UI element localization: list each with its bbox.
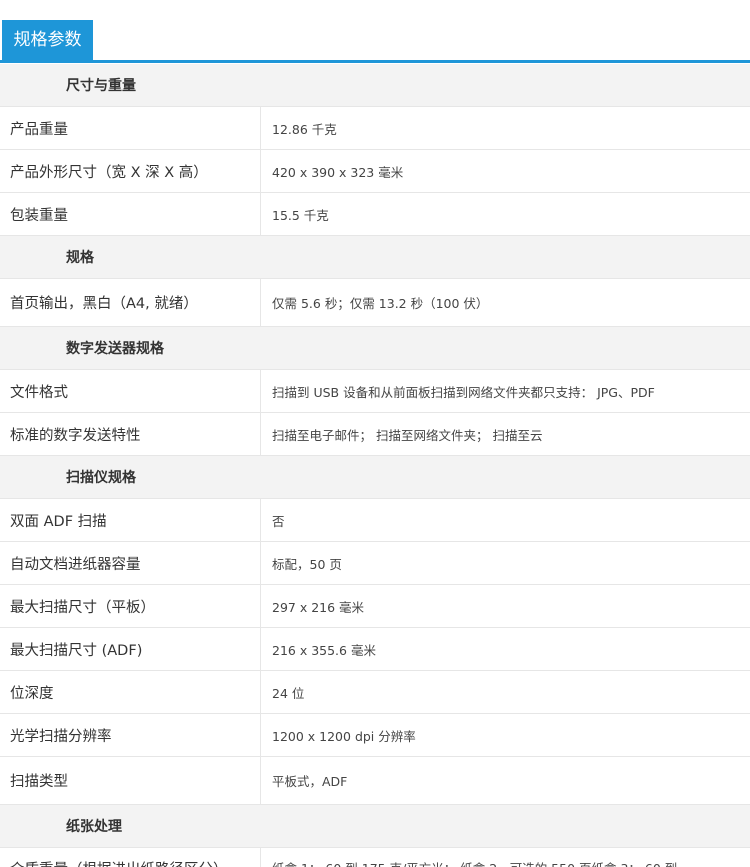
spec-value: 纸盒 1： 60 到 175 克/平方米； 纸盒 2、可选的 550 页纸盒 3… [262, 848, 750, 867]
spec-value: 12.86 千克 [272, 121, 337, 137]
spec-label: 最大扫描尺寸（平板） [0, 585, 261, 627]
spec-value: 仅需 5.6 秒；仅需 13.2 秒（100 伏） [272, 296, 489, 311]
section-title: 规格 [66, 250, 94, 266]
spec-header-tab: 规格参数 [2, 20, 93, 61]
spec-label: 位深度 [0, 671, 261, 713]
spec-label: 产品外形尺寸（宽 X 深 X 高） [0, 150, 261, 192]
spec-label: 包装重量 [0, 193, 261, 235]
section-header-digital-send: 数字发送器规格 [0, 327, 750, 370]
spec-value: 216 x 355.6 毫米 [272, 642, 376, 658]
spec-row: 位深度 24 位 [0, 671, 750, 714]
spec-value: 标配，50 页 [272, 556, 342, 572]
spec-value: 平板式，ADF [272, 774, 348, 789]
spec-row: 产品外形尺寸（宽 X 深 X 高） 420 x 390 x 323 毫米 [0, 150, 750, 193]
spec-label: 双面 ADF 扫描 [0, 499, 261, 541]
spec-label: 文件格式 [0, 370, 261, 412]
spec-header: 规格参数 [0, 20, 750, 64]
spec-row: 文件格式 扫描到 USB 设备和从前面板扫描到网络文件夹都只支持： JPG、PD… [0, 370, 750, 413]
section-header-scanner: 扫描仪规格 [0, 456, 750, 499]
spec-label: 最大扫描尺寸 (ADF) [0, 628, 261, 670]
section-title: 尺寸与重量 [66, 78, 136, 94]
spec-row: 双面 ADF 扫描 否 [0, 499, 750, 542]
spec-row: 介质重量（根据进出纸路径区分） 纸盒 1： 60 到 175 克/平方米； 纸盒… [0, 848, 750, 867]
spec-value: 420 x 390 x 323 毫米 [272, 164, 404, 180]
section-title: 扫描仪规格 [66, 470, 136, 486]
spec-value: 扫描到 USB 设备和从前面板扫描到网络文件夹都只支持： JPG、PDF [272, 384, 655, 400]
spec-value: 否 [272, 513, 285, 529]
spec-value: 15.5 千克 [272, 207, 329, 223]
spec-row: 最大扫描尺寸（平板） 297 x 216 毫米 [0, 585, 750, 628]
spec-table: 尺寸与重量 产品重量 12.86 千克 产品外形尺寸（宽 X 深 X 高） 42… [0, 64, 750, 867]
spec-label: 标准的数字发送特性 [0, 413, 261, 455]
spec-label: 首页输出，黑白（A4, 就绪） [0, 279, 261, 326]
spec-row: 自动文档进纸器容量 标配，50 页 [0, 542, 750, 585]
section-header-dimensions: 尺寸与重量 [0, 64, 750, 107]
section-title: 纸张处理 [66, 819, 122, 835]
spec-label: 产品重量 [0, 107, 261, 149]
spec-label: 介质重量（根据进出纸路径区分） [0, 848, 261, 867]
spec-row: 光学扫描分辨率 1200 x 1200 dpi 分辨率 [0, 714, 750, 757]
spec-row: 扫描类型 平板式，ADF [0, 757, 750, 805]
spec-label: 自动文档进纸器容量 [0, 542, 261, 584]
spec-value: 1200 x 1200 dpi 分辨率 [272, 728, 416, 744]
section-title: 数字发送器规格 [66, 341, 164, 357]
spec-label: 扫描类型 [0, 757, 261, 804]
spec-row: 产品重量 12.86 千克 [0, 107, 750, 150]
spec-page: 规格参数 尺寸与重量 产品重量 12.86 千克 产品外形尺寸（宽 X 深 X … [0, 0, 750, 867]
header-divider [0, 60, 750, 63]
section-header-specs: 规格 [0, 236, 750, 279]
spec-label: 光学扫描分辨率 [0, 714, 261, 756]
spec-value: 扫描至电子邮件； 扫描至网络文件夹； 扫描至云 [272, 427, 543, 443]
spec-row: 标准的数字发送特性 扫描至电子邮件； 扫描至网络文件夹； 扫描至云 [0, 413, 750, 456]
spec-row: 包装重量 15.5 千克 [0, 193, 750, 236]
spec-row: 首页输出，黑白（A4, 就绪） 仅需 5.6 秒；仅需 13.2 秒（100 伏… [0, 279, 750, 327]
section-header-paper-handling: 纸张处理 [0, 805, 750, 848]
spec-value: 297 x 216 毫米 [272, 599, 365, 615]
spec-row: 最大扫描尺寸 (ADF) 216 x 355.6 毫米 [0, 628, 750, 671]
spec-value: 24 位 [272, 685, 305, 701]
